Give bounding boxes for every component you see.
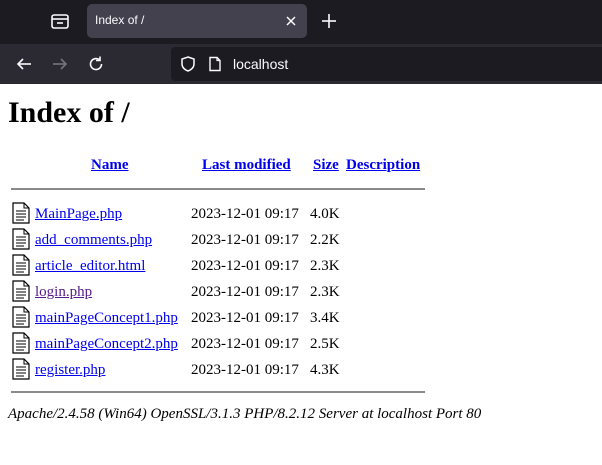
file-size: 2.3K	[310, 258, 340, 274]
forward-arrow-icon[interactable]	[50, 54, 70, 74]
file-size: 2.5K	[310, 336, 340, 352]
new-tab-icon[interactable]	[319, 11, 339, 31]
close-tab-icon[interactable]	[283, 13, 299, 29]
table-row: article_editor.html 2023-12-01 09:17 2.3…	[11, 254, 431, 276]
firefox-view-icon[interactable]	[49, 10, 71, 32]
table-row: login.php 2023-12-01 09:17 2.3K	[11, 280, 431, 302]
file-modified: 2023-12-01 09:17	[191, 336, 299, 352]
text-file-icon	[12, 306, 30, 328]
file-modified: 2023-12-01 09:17	[191, 258, 299, 274]
file-link[interactable]: register.php	[35, 362, 105, 379]
text-file-icon	[12, 254, 30, 276]
table-row: add_comments.php 2023-12-01 09:17 2.2K	[11, 228, 431, 250]
page-content: Index of / Name Last modified Size Descr…	[0, 84, 602, 465]
page-title: Index of /	[8, 96, 130, 129]
reload-icon[interactable]	[86, 54, 106, 74]
file-link[interactable]: mainPageConcept1.php	[35, 310, 178, 327]
file-modified: 2023-12-01 09:17	[191, 232, 299, 248]
text-file-icon	[12, 202, 30, 224]
tab-title: Index of /	[95, 13, 145, 27]
file-link[interactable]: article_editor.html	[35, 258, 145, 275]
navigation-toolbar: localhost	[0, 44, 602, 84]
sort-by-description-link[interactable]: Description	[346, 157, 420, 174]
file-size: 4.0K	[310, 206, 340, 222]
tab-strip: Index of /	[0, 0, 602, 44]
tracking-protection-shield-icon[interactable]	[179, 55, 197, 73]
file-size: 3.4K	[310, 310, 340, 326]
file-size: 2.2K	[310, 232, 340, 248]
table-row: MainPage.php 2023-12-01 09:17 4.0K	[11, 202, 431, 224]
file-modified: 2023-12-01 09:17	[191, 284, 299, 300]
file-modified: 2023-12-01 09:17	[191, 362, 299, 378]
sort-by-name-link[interactable]: Name	[91, 157, 129, 174]
file-size: 2.3K	[310, 284, 340, 300]
text-file-icon	[12, 280, 30, 302]
table-row: mainPageConcept1.php 2023-12-01 09:17 3.…	[11, 306, 431, 328]
address-bar[interactable]: localhost	[171, 47, 602, 81]
footer-divider	[11, 391, 425, 393]
file-link[interactable]: mainPageConcept2.php	[35, 336, 178, 353]
text-file-icon	[12, 332, 30, 354]
url-text[interactable]: localhost	[233, 56, 288, 72]
sort-by-size-link[interactable]: Size	[313, 157, 339, 174]
file-modified: 2023-12-01 09:17	[191, 206, 299, 222]
file-link-visited[interactable]: login.php	[35, 284, 92, 301]
table-row: register.php 2023-12-01 09:17 4.3K	[11, 358, 431, 380]
text-file-icon	[12, 358, 30, 380]
file-link[interactable]: add_comments.php	[35, 232, 152, 249]
page-info-icon[interactable]	[207, 56, 223, 72]
sort-by-last-modified-link[interactable]: Last modified	[202, 157, 291, 174]
back-arrow-icon[interactable]	[14, 54, 34, 74]
file-link[interactable]: MainPage.php	[35, 206, 122, 223]
tab-active[interactable]: Index of /	[87, 4, 307, 38]
table-row: mainPageConcept2.php 2023-12-01 09:17 2.…	[11, 332, 431, 354]
server-signature: Apache/2.4.58 (Win64) OpenSSL/3.1.3 PHP/…	[8, 406, 482, 422]
file-size: 4.3K	[310, 362, 340, 378]
file-modified: 2023-12-01 09:17	[191, 310, 299, 326]
text-file-icon	[12, 228, 30, 250]
header-divider	[11, 188, 425, 190]
